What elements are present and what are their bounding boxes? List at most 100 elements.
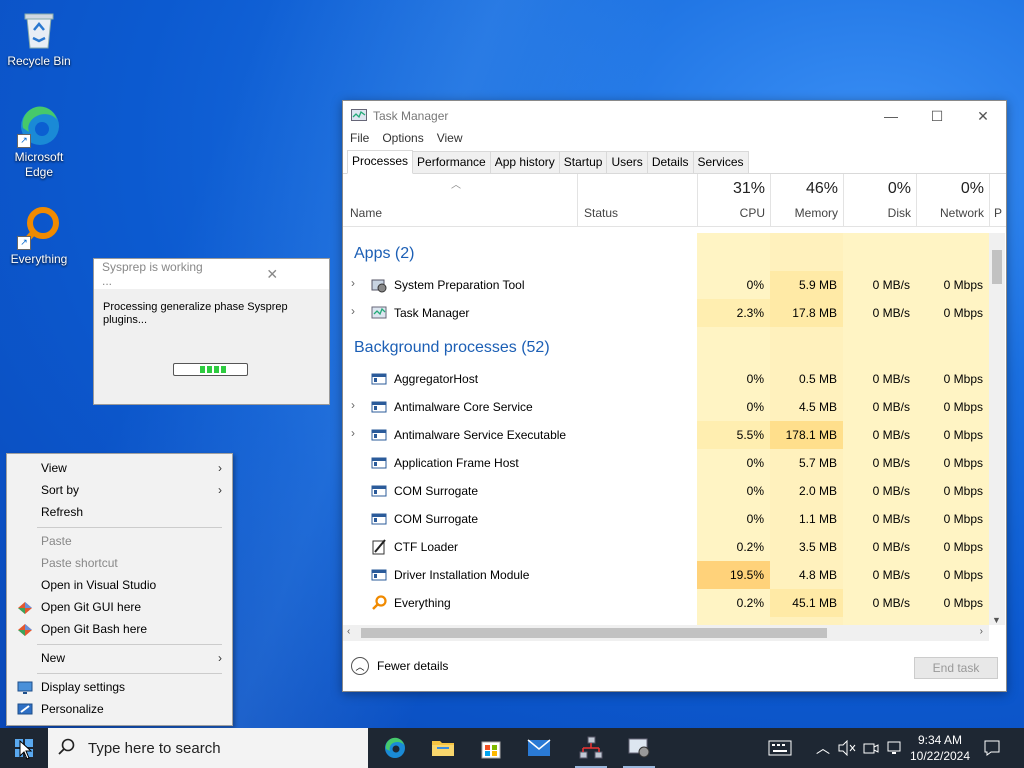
- disk-total: 0%: [887, 180, 911, 197]
- tab-app-history[interactable]: App history: [489, 151, 560, 173]
- tab-processes[interactable]: Processes: [347, 150, 414, 174]
- network-cell: 0 Mbps: [943, 568, 983, 582]
- menu-item-sort-by[interactable]: Sort by ›: [7, 479, 232, 501]
- menu-item-open-git-gui[interactable]: Open Git GUI here: [7, 596, 232, 618]
- dialog-title: Sysprep is working ...: [102, 260, 203, 288]
- menu-view[interactable]: View: [436, 131, 469, 149]
- menu-item-label: Paste: [41, 534, 72, 548]
- scrollbar-thumb[interactable]: [361, 628, 827, 638]
- memory-cell: 2.0 MB: [798, 484, 837, 498]
- shortcut-arrow-icon: ↗: [17, 236, 31, 250]
- expand-chevron-icon[interactable]: ›: [351, 276, 355, 290]
- maximize-button[interactable]: ☐: [914, 101, 960, 131]
- close-icon[interactable]: ✕: [216, 266, 330, 283]
- menu-item-open-git-bash[interactable]: Open Git Bash here: [7, 618, 232, 640]
- column-power[interactable]: P: [989, 174, 1006, 226]
- table-row[interactable]: COM Surrogate 0% 2.0 MB 0 MB/s 0 Mbps: [343, 477, 989, 505]
- group-header-apps[interactable]: Apps (2): [354, 245, 414, 263]
- table-row[interactable]: CTF Loader 0.2% 3.5 MB 0 MB/s 0 Mbps: [343, 533, 989, 561]
- horizontal-scrollbar[interactable]: ‹ ›: [343, 625, 989, 641]
- desktop-icon-everything[interactable]: ↗ Everything: [1, 206, 77, 267]
- table-row[interactable]: Driver Installation Module 19.5% 4.8 MB …: [343, 561, 989, 589]
- menu-options[interactable]: Options: [381, 131, 429, 149]
- menu-item-paste[interactable]: Paste: [7, 530, 232, 552]
- tab-performance[interactable]: Performance: [412, 151, 491, 173]
- tab-startup[interactable]: Startup: [558, 151, 608, 173]
- recycle-bin-icon: [17, 8, 61, 52]
- volume-muted-icon[interactable]: [836, 728, 858, 768]
- menu-item-label: Open Git Bash here: [41, 622, 148, 636]
- table-row[interactable]: Everything 0.2% 45.1 MB 0 MB/s 0 Mbps: [343, 589, 989, 617]
- chevron-up-icon[interactable]: ︿: [813, 728, 833, 768]
- meet-now-icon[interactable]: [860, 728, 882, 768]
- end-task-button[interactable]: End task: [914, 657, 998, 679]
- menu-item-paste-shortcut[interactable]: Paste shortcut: [7, 552, 232, 574]
- table-row[interactable]: COM Surrogate 0% 1.1 MB 0 MB/s 0 Mbps: [343, 505, 989, 533]
- process-name: Application Frame Host: [394, 456, 519, 470]
- column-network[interactable]: 0% Network: [916, 174, 990, 226]
- column-name[interactable]: ︿ Name: [343, 174, 577, 226]
- column-status[interactable]: Status: [577, 174, 698, 226]
- network-cell: 0 Mbps: [943, 278, 983, 292]
- menu-item-open-in-visual-studio[interactable]: Open in Visual Studio: [7, 574, 232, 596]
- memory-cell: 178.1 MB: [770, 421, 843, 449]
- menu-item-display-settings[interactable]: Display settings: [7, 676, 232, 698]
- taskbar-edge-button[interactable]: [371, 728, 419, 768]
- minimize-button[interactable]: —: [868, 101, 914, 131]
- chevron-right-icon: ›: [218, 651, 222, 665]
- taskbar-clock[interactable]: 9:34 AM 10/22/2024: [900, 732, 980, 764]
- table-row[interactable]: Application Frame Host 0% 5.7 MB 0 MB/s …: [343, 449, 989, 477]
- process-name: Everything: [394, 596, 451, 610]
- menu-item-new[interactable]: New ›: [7, 647, 232, 669]
- table-row[interactable]: › Antimalware Service Executable 5.5% 17…: [343, 421, 989, 449]
- vertical-scrollbar[interactable]: ▼: [989, 233, 1005, 625]
- dialog-title-bar[interactable]: Sysprep is working ... ✕: [94, 259, 329, 289]
- network-cell: 0 Mbps: [943, 400, 983, 414]
- taskbar-search-box[interactable]: Type here to search: [48, 728, 368, 768]
- table-row[interactable]: › System Preparation Tool 0% 5.9 MB 0 MB…: [343, 271, 989, 299]
- taskbar-mail-button[interactable]: [515, 728, 563, 768]
- expand-chevron-icon[interactable]: ›: [351, 398, 355, 412]
- sysprep-app-icon: [628, 738, 650, 758]
- column-memory[interactable]: 46% Memory: [770, 174, 844, 226]
- scroll-left-icon[interactable]: ‹: [347, 626, 350, 637]
- table-row[interactable]: › Antimalware Core Service 0% 4.5 MB 0 M…: [343, 393, 989, 421]
- tab-services[interactable]: Services: [692, 151, 749, 173]
- taskbar-store-button[interactable]: [467, 728, 515, 768]
- scrollbar-thumb[interactable]: [992, 250, 1002, 284]
- taskbar-file-explorer-button[interactable]: [419, 728, 467, 768]
- table-row[interactable]: › Task Manager 2.3% 17.8 MB 0 MB/s 0 Mbp…: [343, 299, 989, 327]
- process-list: Apps (2) › System Preparation Tool 0% 5.…: [343, 233, 989, 625]
- column-cpu[interactable]: 31% CPU: [697, 174, 771, 226]
- close-button[interactable]: ✕: [960, 101, 1006, 131]
- title-bar[interactable]: Task Manager — ☐ ✕: [343, 101, 1006, 131]
- tray-keyboard-icon[interactable]: [763, 728, 797, 768]
- scroll-down-icon[interactable]: ▼: [992, 615, 1001, 625]
- menu-item-refresh[interactable]: Refresh: [7, 501, 232, 523]
- menu-separator: [37, 527, 222, 528]
- memory-cell: 45.1 MB: [770, 589, 843, 617]
- fewer-details-button[interactable]: ︿ Fewer details: [351, 657, 448, 675]
- notifications-icon[interactable]: [980, 728, 1004, 768]
- table-row[interactable]: AggregatorHost 0% 0.5 MB 0 MB/s 0 Mbps: [343, 365, 989, 393]
- expand-chevron-icon[interactable]: ›: [351, 304, 355, 318]
- menu-item-view[interactable]: View ›: [7, 457, 232, 479]
- desktop-context-menu: View › Sort by › Refresh Paste Paste sho…: [6, 453, 233, 726]
- taskbar-network-app-button[interactable]: [567, 728, 615, 768]
- taskbar-sysprep-app-button[interactable]: [615, 728, 663, 768]
- cpu-cell: 2.3%: [697, 299, 770, 327]
- menu-item-personalize[interactable]: Personalize: [7, 698, 232, 720]
- menu-file[interactable]: File: [349, 131, 375, 149]
- desktop-icon-recycle-bin[interactable]: Recycle Bin: [1, 8, 77, 69]
- memory-cell: 5.7 MB: [798, 456, 837, 470]
- desktop-icon-edge[interactable]: ↗ Microsoft Edge: [1, 104, 77, 180]
- service-window-icon: [371, 483, 387, 499]
- scroll-right-icon[interactable]: ›: [980, 626, 983, 637]
- tab-details[interactable]: Details: [646, 151, 694, 173]
- expand-chevron-icon[interactable]: ›: [351, 426, 355, 440]
- search-placeholder: Type here to search: [88, 739, 221, 757]
- sysprep-dialog: Sysprep is working ... ✕ Processing gene…: [93, 258, 330, 405]
- column-disk[interactable]: 0% Disk: [843, 174, 917, 226]
- tab-users[interactable]: Users: [606, 151, 648, 173]
- group-header-background[interactable]: Background processes (52): [354, 339, 550, 357]
